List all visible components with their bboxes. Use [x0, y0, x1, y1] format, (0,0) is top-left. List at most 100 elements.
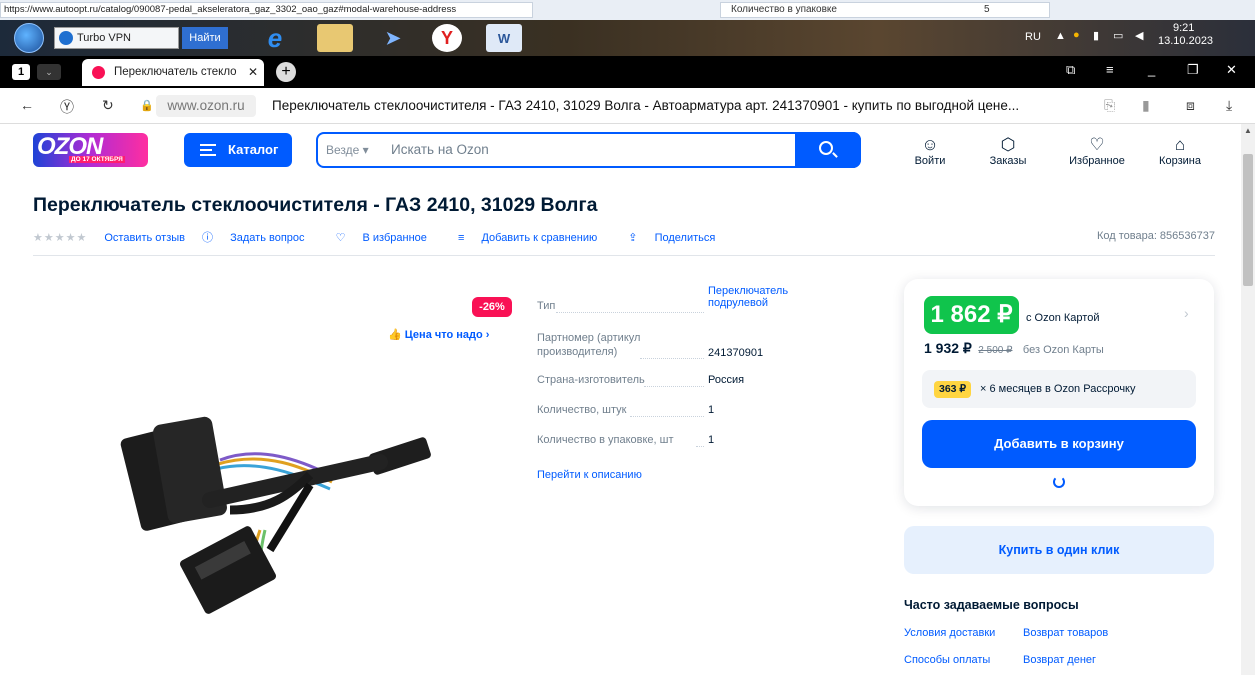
clock-date[interactable]: 13.10.2023 [1158, 35, 1213, 47]
close-window-icon[interactable]: ✕ [1226, 62, 1237, 78]
card-price: 1 862 ₽ [924, 296, 1019, 334]
faq-link-refund[interactable]: Возврат денег [1023, 654, 1096, 666]
menu-icon[interactable]: ≡ [1106, 62, 1114, 77]
yandex-browser-icon[interactable]: Y [432, 24, 462, 52]
taskbar: Turbo VPN Найти e ➤ Y W RU ▲ ● ▮ ▭ ◀ 9:2… [0, 20, 1255, 56]
word-app-icon[interactable]: W [486, 24, 522, 52]
tab-title: Переключатель стекло [114, 66, 237, 78]
faq-link-payment[interactable]: Способы оплаты [904, 654, 990, 666]
spec-dots [696, 446, 704, 447]
buy-one-click-button[interactable]: Купить в один клик [904, 526, 1214, 574]
share-link[interactable]: ⇪ Поделиться [628, 232, 729, 244]
search-input[interactable]: Искать на Ozon [391, 142, 489, 157]
restore-icon[interactable]: ❐ [1187, 62, 1199, 78]
smile-icon: ☺ [921, 135, 939, 154]
add-favorite-link[interactable]: ♡ В избранное [336, 232, 441, 244]
add-compare-link[interactable]: ≡ Добавить к сравнению [458, 232, 611, 244]
reload-icon[interactable]: ↻ [102, 97, 114, 114]
start-button[interactable] [14, 23, 44, 53]
leave-review-link[interactable]: Оставить отзыв [104, 232, 185, 244]
browser-tab[interactable]: Переключатель стекло ✕ [82, 59, 264, 86]
clock-time[interactable]: 9:21 [1173, 22, 1194, 34]
regular-price-row: 1 932 ₽ 2 500 ₽ без Ozon Карты [924, 340, 1104, 358]
thumbs-up-icon: 👍 [388, 329, 405, 341]
spec-label-pack: Количество в упаковке, шт [537, 434, 674, 446]
lock-icon[interactable]: 🔒 [140, 99, 154, 112]
go-to-description-link[interactable]: Перейти к описанию [537, 469, 642, 481]
share-label: Поделиться [654, 232, 716, 244]
app-arrow-icon[interactable]: ➤ [375, 24, 411, 52]
tray-arrow-icon[interactable]: ▲ [1055, 30, 1066, 42]
cart-button[interactable]: ⌂ Корзина [1154, 135, 1206, 167]
search-button[interactable] [795, 132, 861, 168]
product-code: Код товара: 856536737 [1096, 230, 1215, 242]
nav-label-orders: Заказы [989, 155, 1027, 167]
tab-counter[interactable]: 1 [12, 64, 30, 80]
catalog-button[interactable]: Каталог [184, 133, 292, 167]
search-scope-select[interactable]: Везде ▾ [326, 143, 369, 157]
battery-icon[interactable]: ▮ [1093, 29, 1099, 42]
turbo-vpn-item[interactable]: Turbo VPN [54, 27, 179, 49]
ozon-logo[interactable]: OZON ДО 17 ОКТЯБРЯ [33, 133, 148, 167]
chevron-right-icon: › [482, 329, 490, 341]
ask-question-link[interactable]: ⓘ Задать вопрос [202, 232, 318, 244]
explorer-app-icon[interactable] [317, 24, 353, 52]
installment-chip: 363 ₽ [934, 381, 972, 398]
heart-small-icon: ♡ [335, 232, 349, 244]
faq-link-returns[interactable]: Возврат товаров [1023, 627, 1108, 639]
download-icon[interactable]: ⤓ [1226, 97, 1232, 114]
add-compare-label: Добавить к сравнению [481, 232, 598, 244]
spec-value-quantity: 1 [708, 404, 715, 416]
box-icon: ⬡ [1000, 135, 1016, 154]
spec-dots [630, 416, 704, 417]
product-image[interactable] [100, 390, 460, 630]
page-title: Переключатель стеклоочистителя - ГАЗ 241… [33, 194, 598, 216]
bookmark-icon[interactable]: ▮ [1142, 97, 1150, 114]
scrollbar-thumb[interactable] [1243, 154, 1253, 286]
spec-label-partnumber: Партномер (артикул производителя) [537, 332, 641, 358]
find-button[interactable]: Найти [182, 27, 228, 49]
lang-indicator[interactable]: RU [1025, 31, 1041, 43]
address-domain[interactable]: www.ozon.ru [156, 95, 256, 117]
card-price-label: с Ozon Картой [1026, 312, 1100, 324]
volume-icon[interactable]: ◀ [1135, 29, 1143, 42]
installment-text: × 6 месяцев в Ozon Рассрочку [980, 383, 1136, 395]
loading-spinner-icon [1053, 476, 1065, 488]
login-button[interactable]: ☺ Войти [912, 135, 948, 167]
network-icon[interactable]: ▭ [1113, 29, 1123, 42]
installment-banner[interactable]: 363 ₽ × 6 месяцев в Ozon Рассрочку [922, 370, 1196, 408]
catalog-label: Каталог [228, 142, 279, 157]
chevron-right-icon[interactable]: › [1184, 305, 1189, 321]
back-icon[interactable]: ← [20, 97, 34, 113]
search-bar: Везде ▾ Искать на Ozon [316, 132, 861, 168]
scroll-up-icon[interactable]: ▲ [1244, 126, 1252, 135]
old-price: 2 500 ₽ [978, 345, 1013, 356]
translate-icon[interactable]: ⎘ [1104, 97, 1115, 114]
address-bar: ← Ⓨ ↻ 🔒 www.ozon.ru Переключатель стекло… [0, 88, 1255, 124]
close-tab-icon[interactable]: ✕ [248, 59, 258, 86]
tray-app-icon[interactable]: ● [1073, 29, 1080, 41]
faq-link-delivery[interactable]: Условия доставки [904, 627, 995, 639]
orders-button[interactable]: ⬡ Заказы [982, 135, 1034, 167]
logo-subtext: ДО 17 ОКТЯБРЯ [69, 156, 125, 163]
spec-dots [644, 386, 704, 387]
price-good-link[interactable]: 👍 Цена что надо › [388, 328, 489, 341]
yandex-icon[interactable]: Ⓨ [60, 97, 74, 117]
ie-app-icon[interactable]: e [257, 23, 293, 53]
add-favorite-label: В избранное [362, 232, 427, 244]
page-scrollbar[interactable]: ▲ [1241, 124, 1255, 675]
discount-badge: -26% [472, 297, 512, 317]
extensions-icon[interactable]: ⧈ [1186, 97, 1195, 114]
tab-list-dropdown[interactable]: ⌄ [37, 64, 61, 80]
new-tab-button[interactable]: + [276, 62, 296, 82]
favorites-button[interactable]: ♡ Избранное [1064, 135, 1130, 167]
address-page-title[interactable]: Переключатель стеклоочистителя - ГАЗ 241… [272, 98, 1072, 113]
spec-value-type[interactable]: Переключатель подрулевой [708, 285, 828, 309]
collections-icon[interactable]: ⧉ [1066, 62, 1075, 78]
nav-label-favorites: Избранное [1069, 155, 1125, 167]
add-to-cart-button[interactable]: Добавить в корзину [922, 420, 1196, 468]
bag-icon: ⌂ [1174, 135, 1186, 154]
minimize-icon[interactable]: _ [1148, 62, 1155, 77]
chevron-down-icon: ▾ [362, 143, 369, 157]
ask-question-label: Задать вопрос [230, 232, 305, 244]
